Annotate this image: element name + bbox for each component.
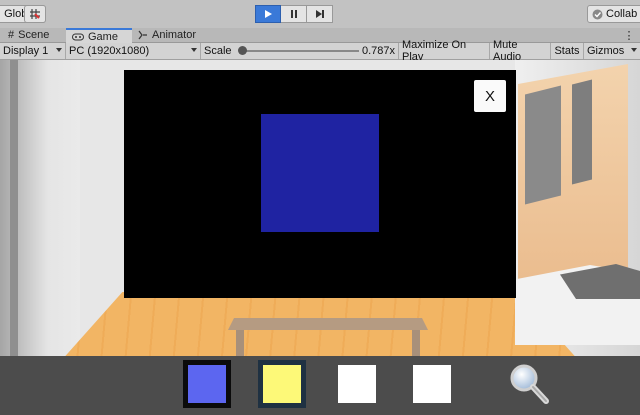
- play-button[interactable]: [255, 5, 281, 23]
- game-viewport: X: [0, 60, 640, 356]
- display-dropdown[interactable]: Display 1: [0, 43, 66, 59]
- swatch-yellow-fill: [263, 365, 301, 403]
- door-window-panel: [525, 85, 561, 205]
- tab-animator[interactable]: Animator: [132, 28, 212, 42]
- chevron-down-icon: [631, 48, 637, 52]
- pause-icon: [290, 10, 297, 18]
- check-icon: [592, 9, 603, 19]
- hash-icon: #: [8, 29, 15, 41]
- table-leg: [412, 330, 420, 356]
- resolution-label: PC (1920x1080): [69, 45, 150, 57]
- tab-animator-label: Animator: [152, 29, 197, 41]
- room-pillar: [10, 60, 18, 356]
- collab-label: Collab: [606, 8, 638, 20]
- swatch-yellow[interactable]: [258, 360, 306, 408]
- tab-scene-label: Scene: [18, 29, 50, 41]
- tab-game-label: Game: [88, 30, 118, 43]
- step-icon: [315, 10, 324, 18]
- scale-control: Scale 0.787x: [201, 43, 399, 59]
- kebab-menu-icon: ⋮: [623, 29, 635, 42]
- color-popup: X: [124, 70, 516, 298]
- color-swatch-bar: [0, 356, 640, 415]
- chevron-down-icon: [191, 48, 197, 52]
- pause-button[interactable]: [281, 5, 307, 23]
- swatch-blue-fill: [188, 365, 226, 403]
- tab-scene[interactable]: # Scene: [2, 28, 66, 42]
- gizmos-dropdown[interactable]: Gizmos: [584, 43, 640, 59]
- tab-game[interactable]: Game: [66, 28, 132, 43]
- table-top: [228, 318, 428, 330]
- mute-audio-toggle[interactable]: Mute Audio: [490, 39, 551, 63]
- maximize-on-play-toggle[interactable]: Maximize On Play: [399, 39, 490, 63]
- unity-toolbar: Global Collab: [0, 0, 640, 29]
- grid-snap-button[interactable]: [24, 5, 46, 23]
- close-label: X: [484, 87, 495, 105]
- stats-toggle[interactable]: Stats: [551, 43, 584, 59]
- close-button[interactable]: X: [474, 80, 506, 112]
- game-view-bar: Display 1 PC (1920x1080) Scale 0.787x Ma…: [0, 39, 640, 63]
- grid-snap-icon: [30, 9, 40, 19]
- collab-button[interactable]: Collab: [587, 5, 640, 23]
- display-label: Display 1: [3, 45, 49, 57]
- swatch-white[interactable]: [413, 365, 451, 403]
- magnifier-icon[interactable]: [508, 362, 550, 406]
- swatch-white[interactable]: [338, 365, 376, 403]
- color-preview: [261, 114, 379, 232]
- resolution-dropdown[interactable]: PC (1920x1080): [66, 43, 201, 59]
- chevron-down-icon: [56, 48, 62, 52]
- animator-icon: [138, 30, 147, 40]
- scale-value: 0.787x: [361, 45, 395, 57]
- play-icon: [265, 10, 272, 18]
- playmode-controls: [255, 5, 334, 23]
- gizmos-label: Gizmos: [587, 45, 625, 57]
- door-window-panel: [572, 79, 592, 185]
- table-leg: [236, 330, 244, 356]
- gamepad-icon: [72, 33, 84, 40]
- stats-label: Stats: [554, 45, 580, 57]
- scale-label: Scale: [204, 45, 232, 57]
- scale-slider-thumb[interactable]: [238, 46, 247, 55]
- swatch-blue[interactable]: [183, 360, 231, 408]
- step-button[interactable]: [307, 5, 333, 23]
- tab-menu-button[interactable]: ⋮: [622, 28, 636, 42]
- scale-slider-track[interactable]: [241, 50, 359, 52]
